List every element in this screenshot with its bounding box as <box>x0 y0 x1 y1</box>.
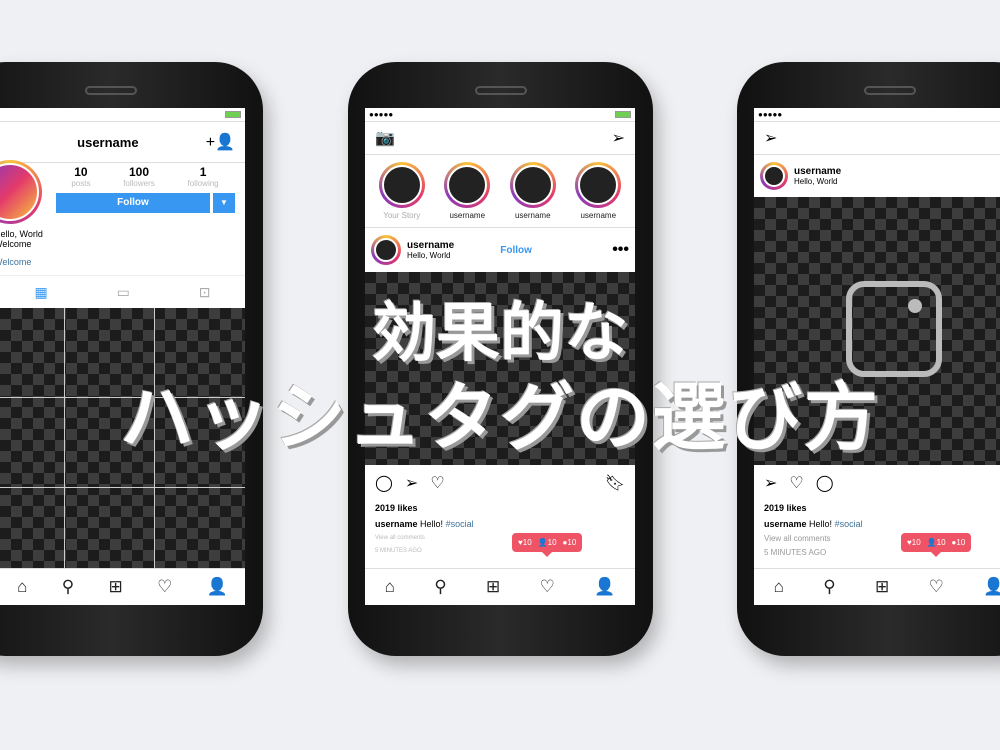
post-header: username Hello, World <box>754 155 1000 197</box>
battery-icon <box>615 111 631 118</box>
comment-icon[interactable]: ◯ <box>816 473 834 493</box>
bio: Hello, WorldWelcomeWelcome <box>0 229 43 267</box>
heart-icon[interactable]: ♡ <box>157 577 172 597</box>
share-icon[interactable]: ➢ <box>764 473 777 493</box>
follow-button[interactable]: Follow <box>56 193 210 213</box>
share-icon[interactable]: ➢ <box>405 473 418 493</box>
home-icon[interactable]: ⌂ <box>17 577 27 597</box>
stat-followers[interactable]: 100 followers <box>123 165 155 188</box>
bio-link[interactable]: Welcome <box>0 257 43 267</box>
hashtag-link[interactable]: #social <box>835 519 863 529</box>
comment-icon[interactable]: ◯ <box>375 473 393 493</box>
follow-link[interactable]: Follow <box>500 245 532 256</box>
camera-icon[interactable]: 📷 <box>375 128 395 148</box>
follow-dropdown[interactable]: ▼ <box>213 193 235 213</box>
headline-line2: ハッシュタグの選び方 <box>120 375 880 461</box>
story-item[interactable]: username <box>575 162 622 220</box>
likes-count: 2019 likes <box>764 503 807 513</box>
story-item[interactable]: Your Story <box>378 162 425 220</box>
send-icon[interactable]: ➢ <box>612 128 625 148</box>
post-actions: ◯ ➢ ♡ 🔖︎ 2019 likes username Hello! #social… <box>365 465 635 562</box>
stories: Your Story username username username <box>365 155 635 228</box>
story-item[interactable]: username <box>509 162 556 220</box>
avatar[interactable] <box>371 235 401 265</box>
status-bar <box>0 108 245 122</box>
caption: username Hello! #social <box>375 519 474 529</box>
add-icon[interactable]: ⊞ <box>486 577 500 597</box>
heart-icon[interactable]: ♡ <box>540 577 555 597</box>
profile-username: username <box>77 134 139 150</box>
profile-header: username +👤 <box>0 122 245 163</box>
home-icon[interactable]: ⌂ <box>774 577 784 597</box>
hashtag-link[interactable]: #social <box>446 519 474 529</box>
avatar[interactable] <box>760 162 788 190</box>
activity-badge: ♥10 👤10 ●10 <box>512 533 583 557</box>
search-icon[interactable]: ⚲ <box>434 577 446 597</box>
timestamp: 5 MINUTES AGO <box>375 548 422 554</box>
caption: username Hello! #social <box>764 519 863 529</box>
like-icon[interactable]: ♡ <box>789 473 803 493</box>
status-bar: ●●●●● <box>754 108 1000 122</box>
speaker <box>863 86 916 95</box>
view-comments[interactable]: View all comments <box>375 535 625 541</box>
heart-icon[interactable]: ♡ <box>929 577 944 597</box>
stat-following[interactable]: 1 following <box>188 165 219 188</box>
add-icon[interactable]: ⊞ <box>875 577 889 597</box>
profile-icon[interactable]: 👤 <box>983 577 1000 597</box>
activity-badge: ♥10 👤10 ●10 <box>901 533 972 557</box>
add-user-icon[interactable]: +👤 <box>206 132 235 152</box>
profile-icon[interactable]: 👤 <box>594 577 615 597</box>
bottom-nav: ⌂ ⚲ ⊞ ♡ 👤 <box>754 568 1000 605</box>
speaker <box>474 86 527 95</box>
profile-info: 10 posts 100 followers 1 following Follow ▼… <box>0 160 245 275</box>
avatar <box>0 160 42 224</box>
feed-nav: 📷 ➢ <box>365 122 635 155</box>
profile-icon[interactable]: 👤 <box>207 577 228 597</box>
post-header: username Hello, World Follow ••• <box>365 228 635 272</box>
add-icon[interactable]: ⊞ <box>109 577 123 597</box>
status-bar: ●●●●● <box>365 108 635 122</box>
stat-posts[interactable]: 10 posts <box>71 165 90 188</box>
like-icon[interactable]: ♡ <box>430 473 444 493</box>
more-icon[interactable]: ••• <box>612 241 629 259</box>
speaker <box>84 86 137 95</box>
battery-icon <box>225 111 241 118</box>
bottom-nav: ⌂ ⚲ ⊞ ♡ 👤 <box>0 568 245 605</box>
search-icon[interactable]: ⚲ <box>823 577 835 597</box>
likes-count: 2019 likes <box>375 503 418 513</box>
bookmark-icon[interactable]: 🔖︎ <box>605 473 625 493</box>
search-icon[interactable]: ⚲ <box>62 577 74 597</box>
post-nav: ➢ <box>754 122 1000 155</box>
send-icon[interactable]: ➢ <box>764 128 777 148</box>
home-icon[interactable]: ⌂ <box>385 577 395 597</box>
bottom-nav: ⌂ ⚲ ⊞ ♡ 👤 <box>365 568 635 605</box>
story-item[interactable]: username <box>444 162 491 220</box>
